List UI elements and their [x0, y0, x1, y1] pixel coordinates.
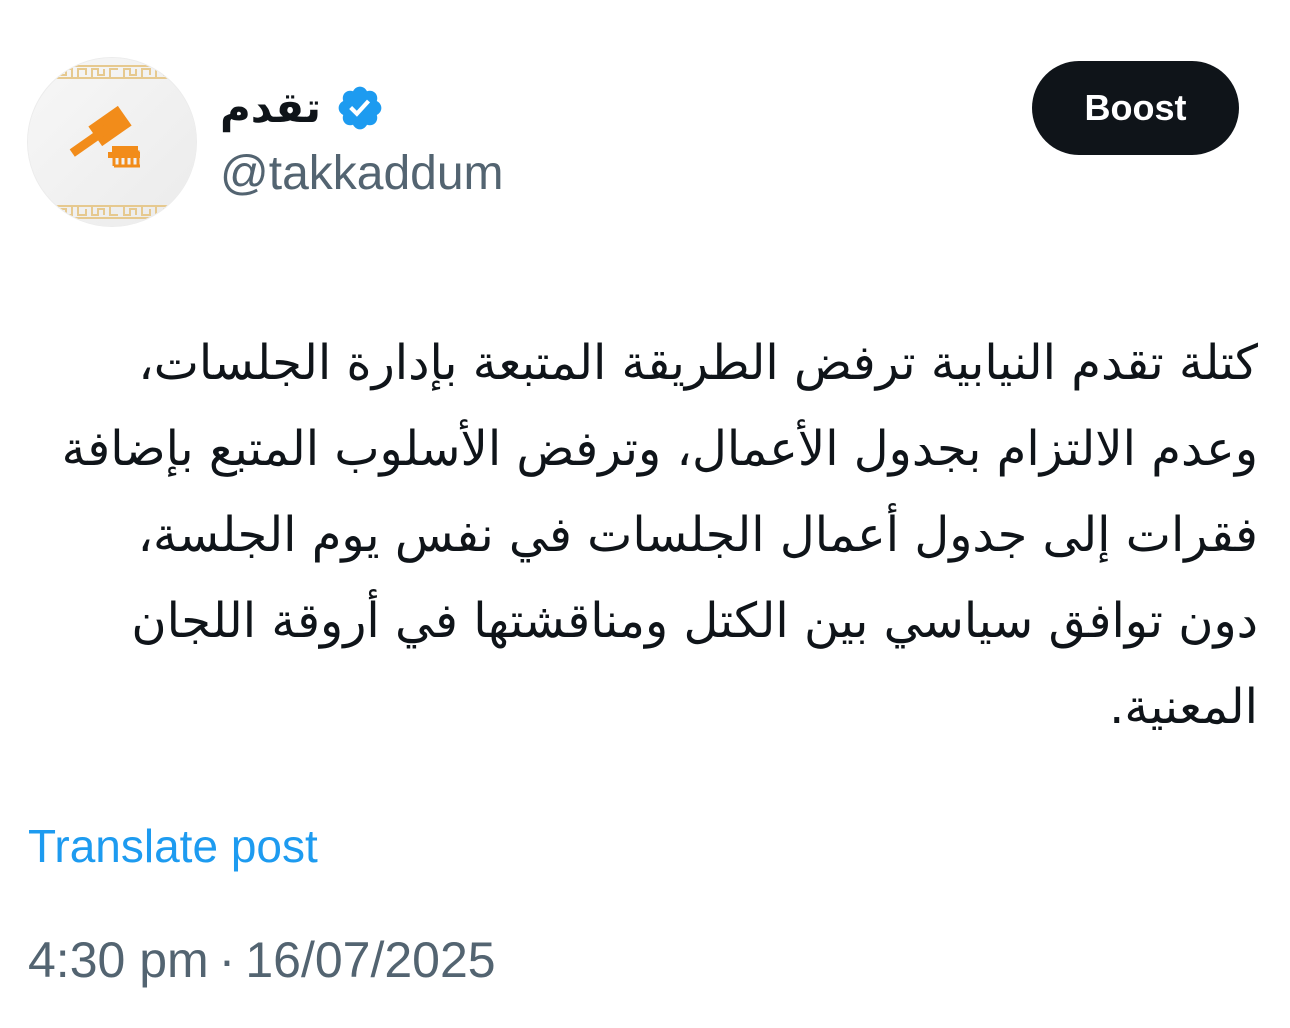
post-time: 4:30 pm	[28, 932, 209, 988]
gavel-logo-icon	[28, 58, 196, 226]
translate-post-link[interactable]: Translate post	[28, 820, 318, 873]
author-handle[interactable]: @takkaddum	[220, 146, 504, 201]
boost-button[interactable]: Boost	[1032, 61, 1239, 155]
post-text: كتلة تقدم النيابية ترفض الطريقة المتبعة …	[61, 335, 1258, 735]
avatar[interactable]	[27, 57, 197, 227]
author-row: تقدم	[220, 78, 385, 138]
post-date: 16/07/2025	[245, 932, 496, 988]
verified-badge-icon	[338, 86, 382, 130]
timestamp-separator: ·	[218, 932, 236, 988]
author-display-name[interactable]: تقدم	[220, 87, 321, 129]
post-timestamp[interactable]: 4:30 pm · 16/07/2025	[28, 932, 496, 990]
post-detail: تقدم @takkaddum Boost كتلة تقدم النيابية…	[0, 0, 1290, 1028]
